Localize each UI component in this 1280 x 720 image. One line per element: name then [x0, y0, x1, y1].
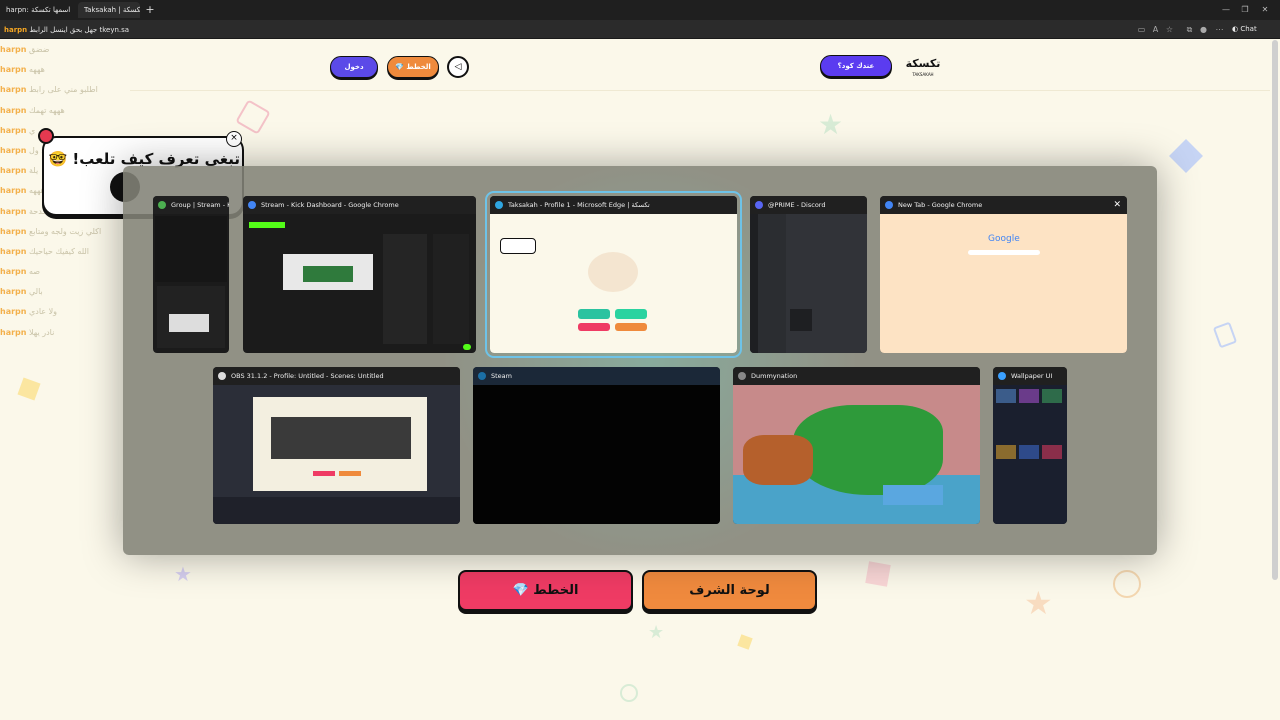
chat-label: Chat	[1240, 25, 1257, 33]
window-thumb-kick-dashboard[interactable]: Stream - Kick Dashboard - Google Chrome	[243, 196, 476, 353]
plans-big-button[interactable]: 💎 الخطط	[458, 570, 633, 611]
window-title: Wallpaper UI	[993, 367, 1067, 385]
window-preview	[243, 214, 476, 353]
sound-icon[interactable]: ◁	[447, 56, 469, 78]
window-thumb-new-tab[interactable]: New Tab - Google Chrome ✕ Google	[880, 196, 1127, 353]
dummynation-icon	[738, 372, 746, 380]
wallpaper-icon	[998, 372, 1006, 380]
profile-icon[interactable]: ●	[1198, 24, 1209, 35]
tab-label: Taksakah | تكسكة	[84, 6, 140, 14]
leaderboard-button[interactable]: لوحة الشرف	[642, 570, 817, 611]
chat-line: harpn نادر يهلا	[0, 327, 55, 337]
window-thumb-dummynation[interactable]: Dummynation	[733, 367, 980, 524]
window-preview	[993, 385, 1067, 524]
chat-line: harpn ولا عادي	[0, 307, 58, 317]
window-title: OBS 31.1.2 - Profile: Untitled - Scenes:…	[213, 367, 460, 385]
card-decoration	[235, 99, 271, 135]
chat-line: harpn ضضق	[0, 45, 50, 54]
dice-decoration	[1212, 321, 1238, 349]
window-title: @PRIME - Discord	[750, 196, 867, 214]
window-thumb-obs[interactable]: OBS 31.1.2 - Profile: Untitled - Scenes:…	[213, 367, 460, 524]
window-preview	[213, 385, 460, 524]
window-preview: Google	[880, 214, 1127, 353]
site-logo[interactable]: تكسكة TAKSAKAH	[905, 56, 941, 78]
ring-decoration	[620, 684, 638, 702]
close-icon[interactable]: ✕	[1113, 196, 1121, 214]
tab-taksakah[interactable]: Taksakah | تكسكة✕	[78, 2, 140, 18]
chat-line: harpn صه	[0, 267, 41, 277]
chrome-icon	[885, 201, 893, 209]
tab-harpn[interactable]: harpn: اسمها تكسكة	[0, 2, 76, 18]
discord-icon	[755, 201, 763, 209]
close-icon[interactable]: ×	[226, 131, 242, 147]
menu-icon[interactable]: ⋯	[1214, 24, 1225, 35]
logo-subtext: TAKSAKAH	[912, 72, 934, 77]
window-title: Taksakah - Profile 1 - Microsoft Edge | …	[490, 196, 737, 214]
chat-line: harpn هههه	[0, 65, 45, 75]
obs-icon	[218, 372, 226, 380]
reader-icon[interactable]: ▭	[1136, 24, 1147, 35]
star-decoration: ★	[818, 108, 844, 141]
new-tab-icon[interactable]: +	[143, 2, 157, 18]
window-preview	[473, 385, 720, 524]
url-text: جهل بحق اينسل الرابط	[29, 26, 98, 34]
minimize-icon[interactable]: —	[1219, 3, 1233, 17]
window-title: Stream - Kick Dashboard - Google Chrome	[243, 196, 476, 214]
window-thumb-kick-group[interactable]: Group | Stream - Kic...	[153, 196, 229, 353]
window-title: Dummynation	[733, 367, 980, 385]
edge-icon	[495, 201, 503, 209]
square-decoration	[17, 377, 41, 401]
window-title: Steam	[473, 367, 720, 385]
browser-tab-bar: harpn: اسمها تكسكة Taksakah | تكسكة✕ + —…	[0, 0, 1280, 20]
url-field[interactable]: harpn جهل بحق اينسل الرابط tkeyn.sa	[0, 24, 190, 36]
chat-line: harpn اطلبو مني على رابط	[0, 85, 98, 95]
collections-icon[interactable]: ⧉	[1184, 24, 1195, 35]
url-prefix: harpn	[4, 26, 28, 34]
star-decoration: ★	[648, 622, 665, 643]
chat-line: harpn اكلي زيت ولجه ومتابع	[0, 226, 102, 236]
header-divider	[130, 90, 1270, 91]
translate-icon[interactable]: A	[1150, 24, 1161, 35]
window-thumb-discord[interactable]: @PRIME - Discord	[750, 196, 867, 353]
google-logo: Google	[988, 234, 1020, 244]
tab-label: harpn: اسمها تكسكة	[6, 6, 71, 14]
diamond-decoration	[1169, 139, 1203, 173]
star-decoration: ★	[174, 562, 192, 586]
steam-icon	[478, 372, 486, 380]
window-title: Group | Stream - Kic...	[153, 196, 229, 214]
chat-line: harpn بالي	[0, 287, 43, 297]
square-decoration	[865, 561, 891, 587]
url-domain: tkeyn.sa	[99, 26, 130, 34]
coin-decoration	[1113, 570, 1141, 598]
page-scrollbar[interactable]	[1272, 40, 1278, 580]
window-thumb-taksakah-edge[interactable]: Taksakah - Profile 1 - Microsoft Edge | …	[485, 191, 742, 358]
window-preview	[153, 214, 229, 353]
window-preview	[490, 214, 737, 353]
square-decoration	[737, 634, 753, 650]
window-preview	[750, 214, 867, 353]
login-button[interactable]: دخول	[330, 56, 378, 78]
plans-button[interactable]: 💎 الخطط	[387, 56, 439, 78]
address-bar: harpn جهل بحق اينسل الرابط tkeyn.sa ▭ A …	[0, 20, 1280, 39]
window-close-icon[interactable]: ✕	[1258, 3, 1272, 17]
chat-line: harpn الله كيفيك حياحيك	[0, 246, 90, 256]
kick-icon	[158, 201, 166, 209]
copilot-chat-button[interactable]: ◐ Chat	[1232, 23, 1257, 36]
notification-dot	[38, 128, 54, 144]
logo-text: تكسكة	[905, 57, 941, 70]
have-code-button[interactable]: عندك كود؟	[820, 55, 892, 77]
favorite-icon[interactable]: ☆	[1164, 24, 1175, 35]
chat-line: harpn هههه تهمك	[0, 105, 65, 115]
maximize-icon[interactable]: ❐	[1238, 3, 1252, 17]
window-thumb-steam[interactable]: Steam	[473, 367, 720, 524]
window-preview	[733, 385, 980, 524]
window-thumb-wallpaper-ui[interactable]: Wallpaper UI	[993, 367, 1067, 524]
star-decoration: ★	[1024, 584, 1053, 622]
window-title: New Tab - Google Chrome ✕	[880, 196, 1127, 214]
chrome-icon	[248, 201, 256, 209]
